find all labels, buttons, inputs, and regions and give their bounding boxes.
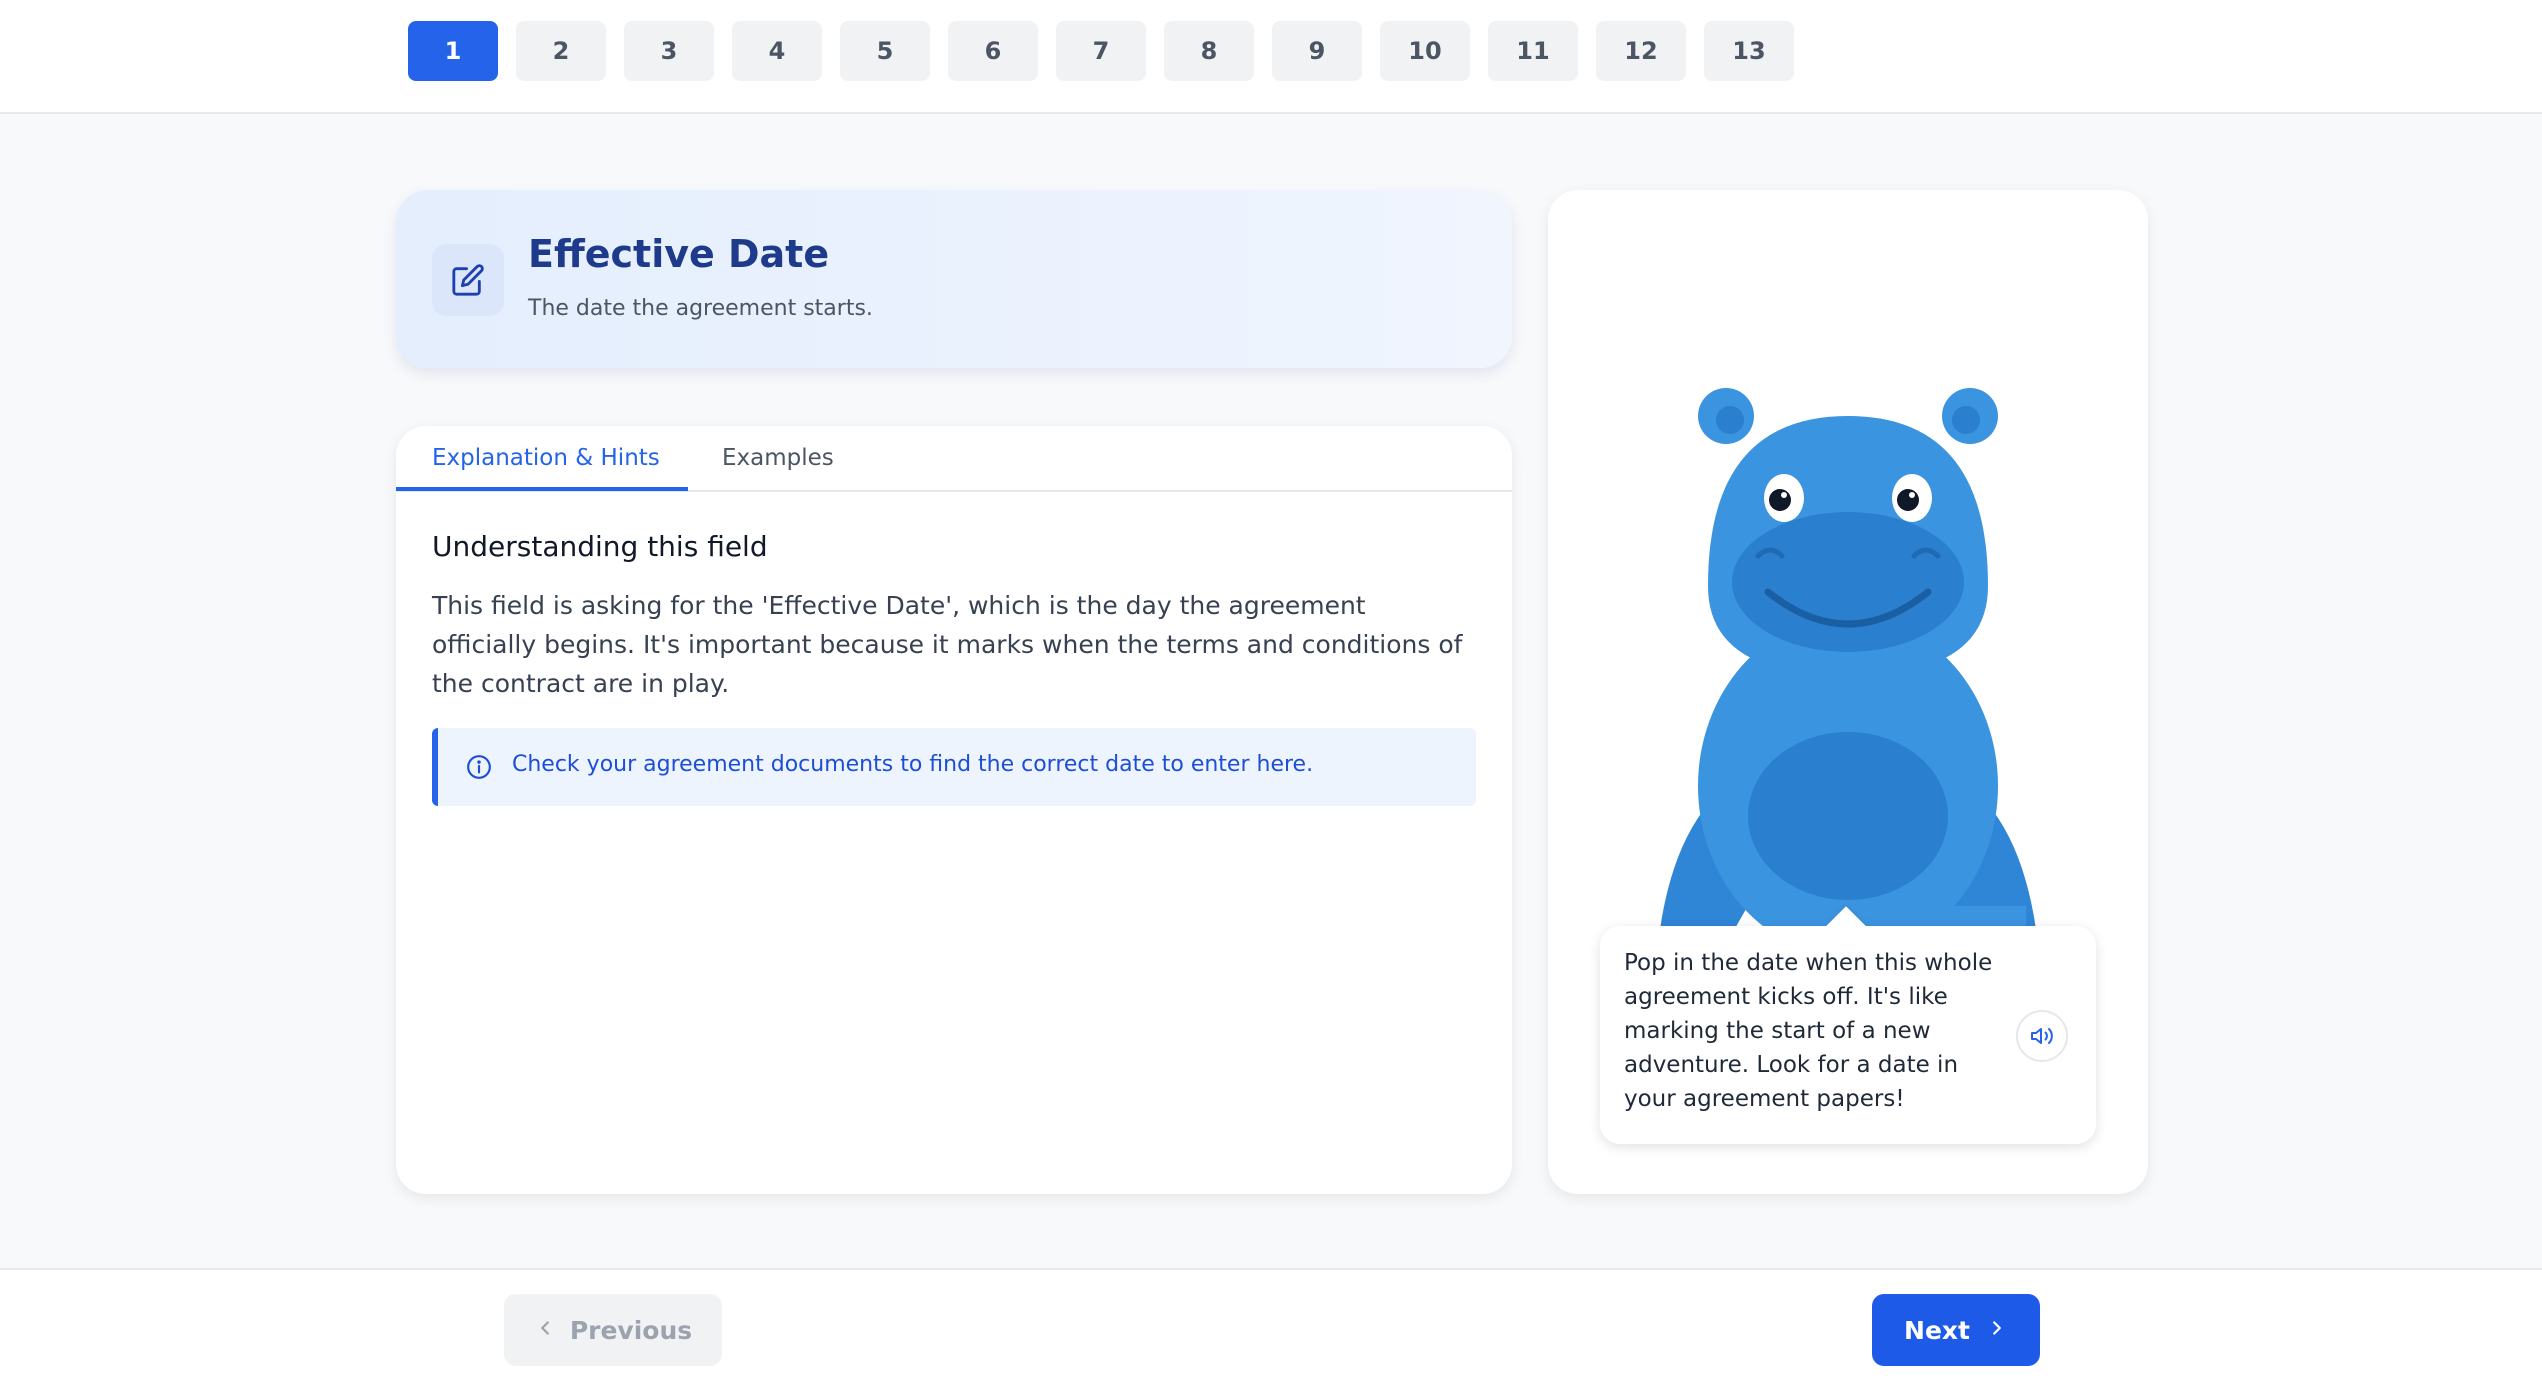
mascot-speech-text: Pop in the date when this whole agreemen… (1624, 950, 1993, 1112)
step-button-1[interactable]: 1 (408, 21, 498, 81)
step-button-2[interactable]: 2 (516, 21, 606, 81)
previous-button[interactable]: Previous (504, 1294, 722, 1366)
tab-explanation-hints[interactable]: Explanation & Hints (432, 426, 660, 490)
chevron-left-icon (534, 1316, 556, 1345)
step-button-13[interactable]: 13 (1704, 21, 1794, 81)
mascot-card: Pop in the date when this whole agreemen… (1548, 190, 2148, 1194)
step-button-8[interactable]: 8 (1164, 21, 1254, 81)
mascot-speech-bubble: Pop in the date when this whole agreemen… (1600, 906, 2096, 1144)
next-label: Next (1904, 1315, 1970, 1345)
edit-icon (432, 244, 504, 316)
active-tab-indicator (396, 487, 688, 491)
field-title: Effective Date (528, 232, 830, 276)
step-button-3[interactable]: 3 (624, 21, 714, 81)
tab-bar: Explanation & Hints Examples (396, 426, 1512, 492)
step-button-12[interactable]: 12 (1596, 21, 1686, 81)
tab-examples[interactable]: Examples (722, 426, 834, 490)
field-header-card: Effective Date The date the agreement st… (396, 190, 1512, 368)
step-button-6[interactable]: 6 (948, 21, 1038, 81)
step-navigation-bar: 1 2 3 4 5 6 7 8 9 10 11 12 13 (0, 0, 2542, 114)
previous-label: Previous (569, 1315, 693, 1345)
hippo-mascot (1660, 388, 2036, 926)
footer-navigation: Previous Next (0, 1268, 2542, 1386)
hint-text: Check your agreement documents to find t… (512, 752, 1314, 777)
section-title: Understanding this field (432, 530, 768, 563)
field-subtitle: The date the agreement starts. (528, 296, 873, 321)
step-button-4[interactable]: 4 (732, 21, 822, 81)
step-button-9[interactable]: 9 (1272, 21, 1362, 81)
step-list: 1 2 3 4 5 6 7 8 9 10 11 12 13 (408, 21, 1794, 81)
info-icon (466, 754, 492, 784)
step-button-10[interactable]: 10 (1380, 21, 1470, 81)
section-body: This field is asking for the 'Effective … (432, 591, 1463, 698)
explanation-card: Explanation & Hints Examples Understandi… (396, 426, 1512, 1194)
step-button-11[interactable]: 11 (1488, 21, 1578, 81)
chevron-right-icon (1986, 1316, 2008, 1345)
speaker-icon[interactable] (2016, 1010, 2068, 1062)
step-button-5[interactable]: 5 (840, 21, 930, 81)
step-button-7[interactable]: 7 (1056, 21, 1146, 81)
next-button[interactable]: Next (1872, 1294, 2040, 1366)
hint-box: Check your agreement documents to find t… (432, 728, 1476, 806)
